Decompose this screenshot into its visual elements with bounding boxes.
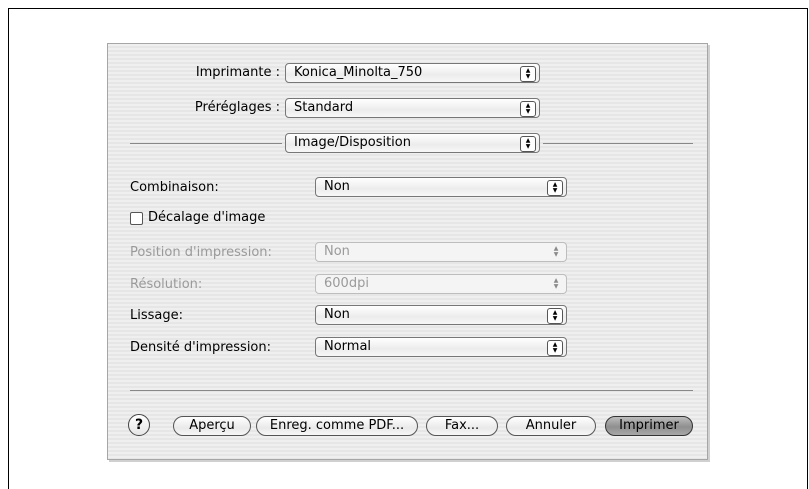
smoothing-label: Lissage: — [130, 308, 183, 323]
image-offset-checkbox[interactable] — [130, 212, 143, 225]
cancel-button[interactable]: Annuler — [506, 416, 596, 436]
popup-arrows-icon: ▲ ▼ — [520, 101, 536, 117]
fax-button[interactable]: Fax... — [426, 416, 498, 436]
image-offset-label[interactable]: Décalage d'image — [148, 210, 265, 225]
panel-popup[interactable]: Image/Disposition ▲ ▼ — [285, 133, 540, 153]
separator-line-right — [543, 143, 693, 144]
combinaison-label: Combinaison: — [130, 180, 219, 195]
combinaison-value: Non — [324, 179, 350, 194]
smoothing-value: Non — [324, 307, 350, 322]
presets-value: Standard — [294, 100, 354, 115]
popup-arrows-icon: ▲ ▼ — [547, 340, 563, 356]
panel-value: Image/Disposition — [294, 135, 411, 150]
popup-arrows-icon: ▲ ▼ — [547, 180, 563, 196]
density-value: Normal — [324, 339, 372, 354]
popup-arrows-icon: ▲ ▼ — [520, 66, 536, 82]
popup-arrows-icon: ▲ ▼ — [553, 245, 559, 258]
printer-value: Konica_Minolta_750 — [294, 65, 423, 80]
print-position-label: Position d'impression: — [130, 245, 272, 260]
separator-line-left — [130, 143, 282, 144]
popup-arrows-icon: ▲ ▼ — [553, 277, 559, 290]
print-position-value: Non — [324, 244, 350, 259]
footer-separator — [130, 390, 693, 391]
presets-label: Préréglages : — [194, 100, 280, 115]
resolution-popup: 600dpi ▲ ▼ — [315, 274, 567, 294]
popup-arrows-icon: ▲ ▼ — [520, 136, 536, 152]
print-button[interactable]: Imprimer — [605, 416, 693, 436]
smoothing-popup[interactable]: Non ▲ ▼ — [315, 305, 567, 325]
density-label: Densité d'impression: — [130, 340, 272, 355]
resolution-label: Résolution: — [130, 277, 203, 292]
popup-arrows-icon: ▲ ▼ — [547, 308, 563, 324]
preview-button[interactable]: Aperçu — [173, 416, 251, 436]
combinaison-popup[interactable]: Non ▲ ▼ — [315, 177, 567, 197]
presets-popup[interactable]: Standard ▲ ▼ — [285, 98, 540, 118]
print-position-popup: Non ▲ ▼ — [315, 242, 567, 262]
printer-popup[interactable]: Konica_Minolta_750 ▲ ▼ — [285, 63, 540, 83]
help-button[interactable]: ? — [128, 414, 150, 436]
printer-label: Imprimante : — [195, 65, 280, 80]
resolution-value: 600dpi — [324, 276, 369, 291]
density-popup[interactable]: Normal ▲ ▼ — [315, 337, 567, 357]
save-as-pdf-button[interactable]: Enreg. comme PDF... — [256, 416, 418, 436]
